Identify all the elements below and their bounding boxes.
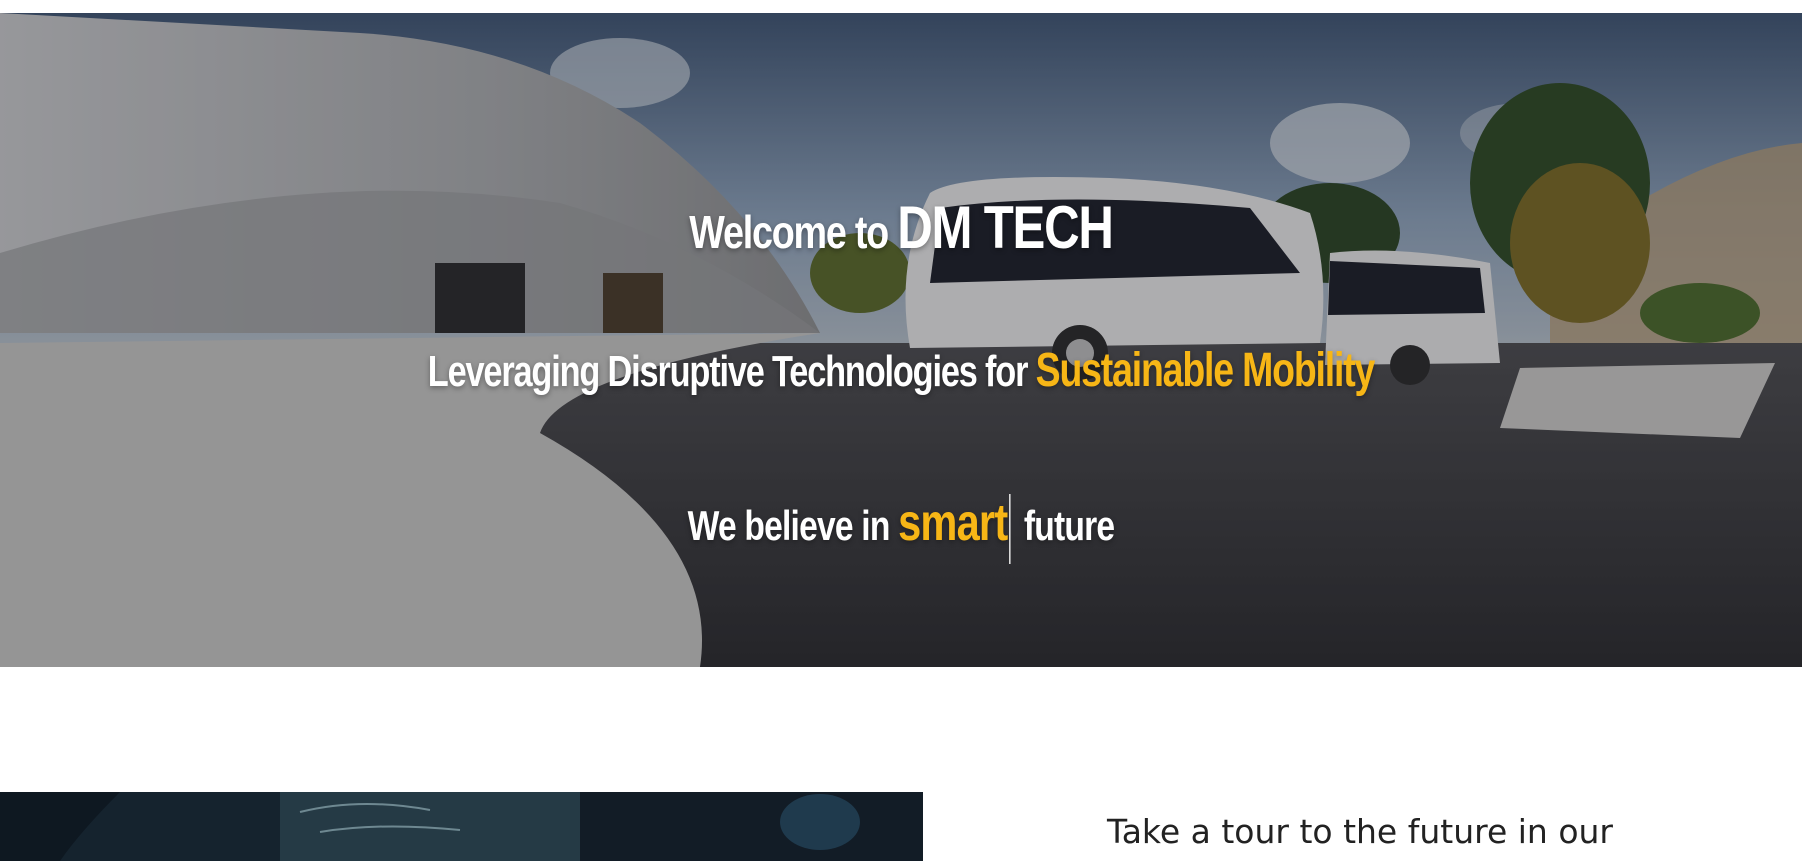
hero-welcome-heading: Welcome to DM TECH <box>162 193 1640 262</box>
tour-section-title: Take a tour to the future in our <box>1107 812 1613 851</box>
brand-name: DM TECH <box>897 194 1114 261</box>
tagline-accent: Sustainable Mobility <box>1035 344 1376 397</box>
typing-cursor <box>1008 493 1011 564</box>
hero-text-group: Welcome to DM TECH Leveraging Disruptive… <box>0 13 1802 667</box>
hero-banner: Welcome to DM TECH Leveraging Disruptive… <box>0 13 1802 667</box>
hero-belief-line: We believe in smart future <box>180 493 1622 564</box>
belief-suffix: future <box>1015 502 1115 549</box>
tour-preview-image <box>0 792 923 861</box>
belief-prefix: We believe in <box>687 502 899 549</box>
tagline-prefix: Leveraging Disruptive Technologies for <box>427 347 1036 396</box>
belief-accent-typed-word: smart <box>898 494 1008 552</box>
welcome-prefix: Welcome to <box>689 206 898 258</box>
page: Welcome to DM TECH Leveraging Disruptive… <box>0 0 1802 861</box>
hero-tagline: Leveraging Disruptive Technologies for S… <box>198 343 1604 398</box>
tour-preview-graphic <box>0 792 923 861</box>
